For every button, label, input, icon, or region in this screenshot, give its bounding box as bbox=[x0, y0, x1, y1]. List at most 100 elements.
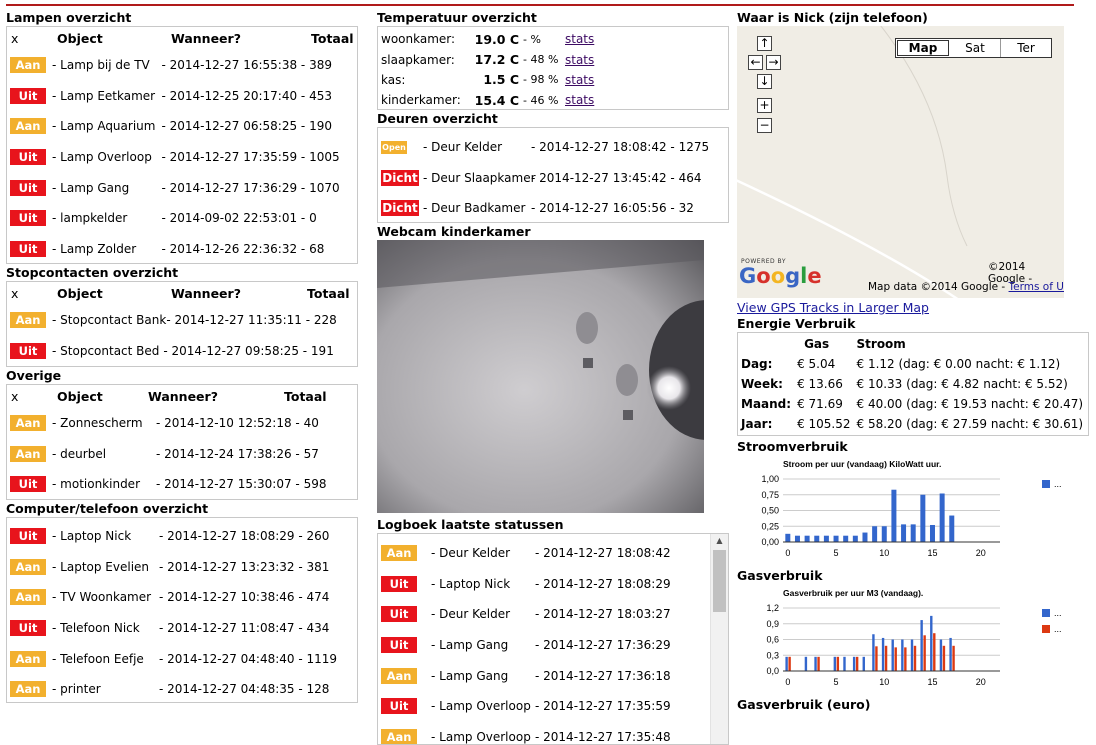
device-row: Aan - deurbel - 2014-12-24 17:38:26 - 57 bbox=[7, 439, 357, 470]
status-badge-aan[interactable]: Aan bbox=[10, 558, 46, 575]
stats-link[interactable]: stats bbox=[565, 53, 594, 67]
terms-of-use-link[interactable]: Terms of Use bbox=[1009, 281, 1064, 293]
scroll-thumb[interactable] bbox=[713, 550, 726, 612]
status-badge-uit[interactable]: Uit bbox=[10, 528, 46, 545]
legend-swatch bbox=[1042, 480, 1050, 488]
energie-stroom: € 1.12 (dag: € 0.00 nacht: € 1.12) bbox=[856, 357, 1061, 371]
device-name: - Laptop Nick bbox=[52, 529, 132, 544]
device-total: 381 bbox=[306, 559, 330, 574]
status-badge-aan[interactable]: Aan bbox=[381, 728, 417, 744]
log-name: - Lamp Overloop bbox=[431, 729, 531, 744]
bar bbox=[817, 656, 820, 671]
map-data-notice: Map data ©2014 Google - Terms of Use bbox=[868, 281, 1064, 293]
map-pan-up-icon[interactable]: ↑ bbox=[757, 36, 772, 51]
status-badge-aan[interactable]: Aan bbox=[10, 589, 46, 606]
log-when: - 2014-12-27 17:36:18 bbox=[535, 668, 671, 683]
stats-link[interactable]: stats bbox=[565, 73, 594, 87]
device-name: - printer bbox=[52, 682, 101, 697]
map-type-ter[interactable]: Ter bbox=[1000, 39, 1051, 57]
status-badge-aan[interactable]: Aan bbox=[381, 667, 417, 684]
device-total: 434 bbox=[306, 621, 330, 636]
map-data-text: Map data ©2014 Google - bbox=[868, 281, 1006, 293]
device-name-text: Lamp Gang bbox=[60, 180, 130, 195]
header-object: Object bbox=[57, 286, 103, 301]
log-when: - 2014-12-27 17:35:59 bbox=[535, 699, 671, 714]
device-total: 0 bbox=[309, 211, 317, 226]
device-row: Uit - Lamp Eetkamer - 2014-12-25 20:17:40 … bbox=[7, 81, 357, 112]
stats-link[interactable]: stats bbox=[565, 93, 594, 107]
map-pan-down-icon[interactable]: ↓ bbox=[757, 74, 772, 89]
status-badge-aan[interactable]: Aan bbox=[10, 312, 46, 329]
map-type-sat[interactable]: Sat bbox=[950, 39, 1000, 57]
status-badge-dicht[interactable]: Dicht bbox=[381, 169, 419, 186]
temp-row: woonkamer: 19.0 C - % stats bbox=[381, 29, 728, 49]
status-badge-uit[interactable]: Uit bbox=[10, 240, 46, 257]
device-name: - Zonnescherm bbox=[52, 416, 143, 431]
device-total: 40 bbox=[303, 416, 319, 431]
status-badge-aan[interactable]: Aan bbox=[10, 415, 46, 432]
map-zoom-in-icon[interactable]: + bbox=[757, 98, 772, 113]
status-badge-aan[interactable]: Aan bbox=[10, 681, 46, 698]
bar bbox=[881, 526, 887, 542]
device-name: - Telefoon Eefje bbox=[52, 651, 144, 666]
status-badge-uit[interactable]: Uit bbox=[10, 620, 46, 637]
status-badge-uit[interactable]: Uit bbox=[10, 87, 46, 104]
status-badge-uit[interactable]: Uit bbox=[10, 342, 46, 359]
device-when: - 2014-12-27 10:38:46 - 474 bbox=[158, 590, 330, 605]
log-row: Aan - Lamp Gang - 2014-12-27 17:36:18 bbox=[378, 660, 728, 691]
status-badge-aan[interactable]: Aan bbox=[10, 650, 46, 667]
status-badge-uit[interactable]: Uit bbox=[381, 606, 417, 623]
log-row: Uit - Lamp Overloop - 2014-12-27 17:35:59 bbox=[378, 691, 728, 722]
status-badge-uit[interactable]: Uit bbox=[10, 179, 46, 196]
y-tick-label: 0,75 bbox=[761, 490, 779, 500]
door-row: Dicht - Deur Badkamer - 2014-12-27 16:05:5… bbox=[378, 193, 728, 224]
door-row: Dicht - Deur Slaapkamer - 2014-12-27 13:45… bbox=[378, 163, 728, 194]
log-name: - Lamp Gang bbox=[431, 638, 509, 653]
bar bbox=[949, 637, 952, 671]
door-when-text: 2014-12-27 18:08:42 bbox=[539, 140, 667, 155]
bar bbox=[862, 532, 868, 542]
map-pan-right-icon[interactable]: → bbox=[766, 55, 781, 70]
door-when: - 2014-12-27 18:08:42 - 1275 bbox=[531, 140, 710, 155]
status-badge-uit[interactable]: Uit bbox=[381, 637, 417, 654]
energie-period: Week: bbox=[741, 377, 783, 391]
device-when: - 2014-12-10 12:52:18 - 40 bbox=[156, 416, 319, 431]
log-name: - Lamp Overloop bbox=[431, 699, 531, 714]
device-name: - Lamp Gang bbox=[52, 180, 130, 195]
status-badge-uit[interactable]: Uit bbox=[10, 149, 46, 166]
bar bbox=[933, 633, 936, 671]
logboek-scrollbar[interactable]: ▲ bbox=[710, 534, 728, 744]
device-when-text: 2014-12-10 12:52:18 bbox=[164, 416, 292, 431]
device-name: - Lamp Zolder bbox=[52, 241, 137, 256]
device-row: Uit - motionkinder - 2014-12-27 15:30:07 -… bbox=[7, 469, 357, 500]
bar bbox=[875, 646, 878, 671]
bar bbox=[930, 615, 933, 671]
status-badge-uit[interactable]: Uit bbox=[10, 476, 46, 493]
door-name: - Deur Badkamer bbox=[423, 201, 526, 216]
status-badge-uit[interactable]: Uit bbox=[381, 698, 417, 715]
status-badge-dicht[interactable]: Dicht bbox=[381, 200, 419, 217]
map-area[interactable]: ↑ ← → ↓ + − Map Sat Ter POWERED BY Googl… bbox=[737, 26, 1064, 298]
map-pan-left-icon[interactable]: ← bbox=[748, 55, 763, 70]
stats-link[interactable]: stats bbox=[565, 32, 594, 46]
device-row: Uit - Lamp Zolder - 2014-12-26 22:36:32 - … bbox=[7, 234, 357, 265]
device-when: - 2014-12-27 06:58:25 - 190 bbox=[161, 119, 332, 134]
device-row: Uit - Telefoon Nick - 2014-12-27 11:08:47 … bbox=[7, 613, 357, 644]
device-name-text: Lamp Aquarium bbox=[60, 119, 156, 134]
bar bbox=[855, 656, 859, 671]
header-total: Totaal bbox=[284, 389, 327, 404]
map-type-map[interactable]: Map bbox=[897, 40, 949, 56]
map-zoom-out-icon[interactable]: − bbox=[757, 118, 772, 133]
status-badge-aan[interactable]: Aan bbox=[381, 545, 417, 562]
status-badge-uit[interactable]: Uit bbox=[381, 575, 417, 592]
x-tick-label: 0 bbox=[785, 677, 790, 687]
scroll-up-arrow-icon[interactable]: ▲ bbox=[711, 534, 728, 548]
status-badge-aan[interactable]: Aan bbox=[10, 57, 46, 74]
gas-chart: Gasverbruik per uur M3 (vandaag). 0,0 0,3 0… bbox=[766, 588, 1061, 687]
status-badge-uit[interactable]: Uit bbox=[10, 210, 46, 227]
status-badge-open[interactable]: Open bbox=[381, 140, 407, 154]
energie-gas: € 71.69 bbox=[797, 397, 843, 411]
larger-map-link[interactable]: View GPS Tracks in Larger Map bbox=[737, 300, 1092, 315]
status-badge-aan[interactable]: Aan bbox=[10, 445, 46, 462]
status-badge-aan[interactable]: Aan bbox=[10, 118, 46, 135]
